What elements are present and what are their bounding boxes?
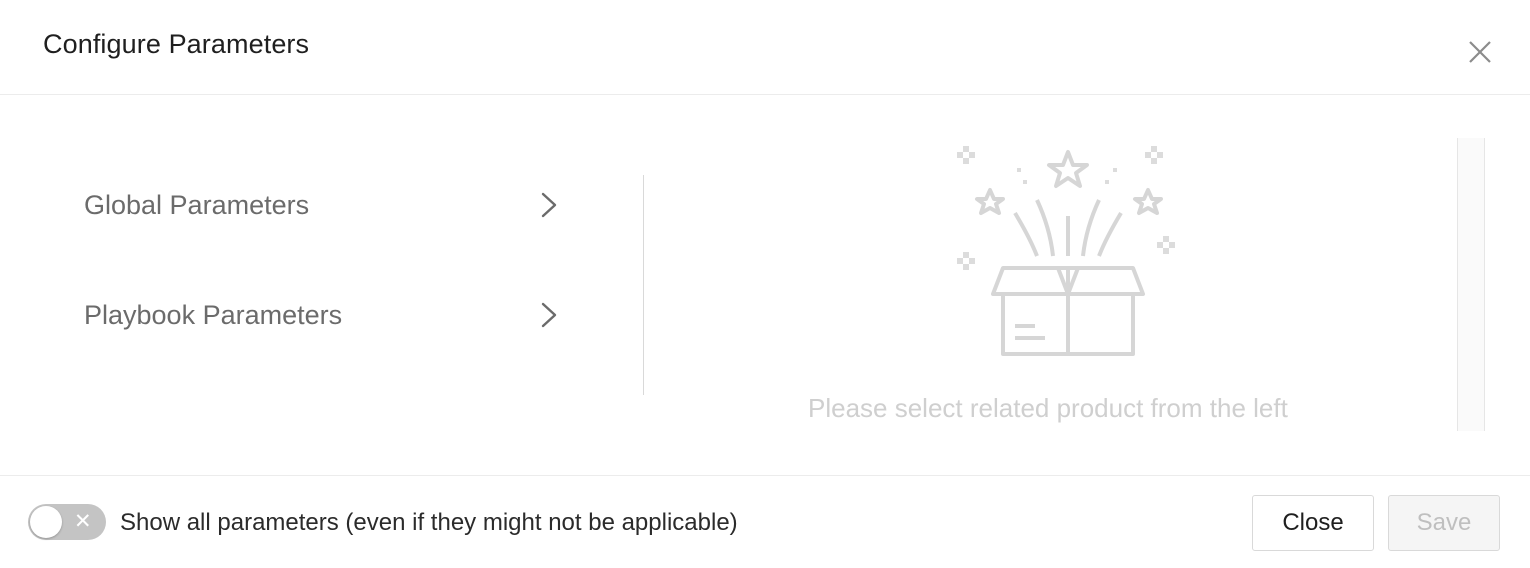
scrollbar[interactable] — [1457, 138, 1485, 431]
nav-item-global-parameters[interactable]: Global Parameters — [84, 178, 564, 234]
nav-item-playbook-parameters[interactable]: Playbook Parameters — [84, 288, 564, 344]
configure-parameters-dialog: Configure Parameters Global Parameters P… — [0, 0, 1530, 568]
show-all-parameters-toggle[interactable]: ✕ — [28, 504, 106, 540]
panel-divider — [643, 175, 644, 395]
dialog-title: Configure Parameters — [43, 29, 310, 59]
dialog-footer: ✕ Show all parameters (even if they migh… — [0, 475, 1530, 568]
nav-item-label: Global Parameters — [84, 190, 310, 220]
save-button[interactable]: Save — [1388, 495, 1500, 551]
toggle-label: Show all parameters (even if they might … — [120, 509, 738, 536]
nav-item-label: Playbook Parameters — [84, 300, 343, 330]
empty-state-message: Please select related product from the l… — [808, 393, 1288, 423]
dialog-header: Configure Parameters — [0, 0, 1530, 95]
chevron-right-icon — [539, 190, 559, 220]
toggle-knob — [30, 506, 62, 538]
parameter-category-list: Global Parameters Playbook Parameters — [0, 96, 643, 474]
open-box-icon — [955, 138, 1181, 364]
close-icon[interactable] — [1466, 38, 1494, 66]
close-button[interactable]: Close — [1252, 495, 1374, 551]
toggle-off-icon: ✕ — [74, 509, 92, 533]
chevron-right-icon — [539, 300, 559, 330]
